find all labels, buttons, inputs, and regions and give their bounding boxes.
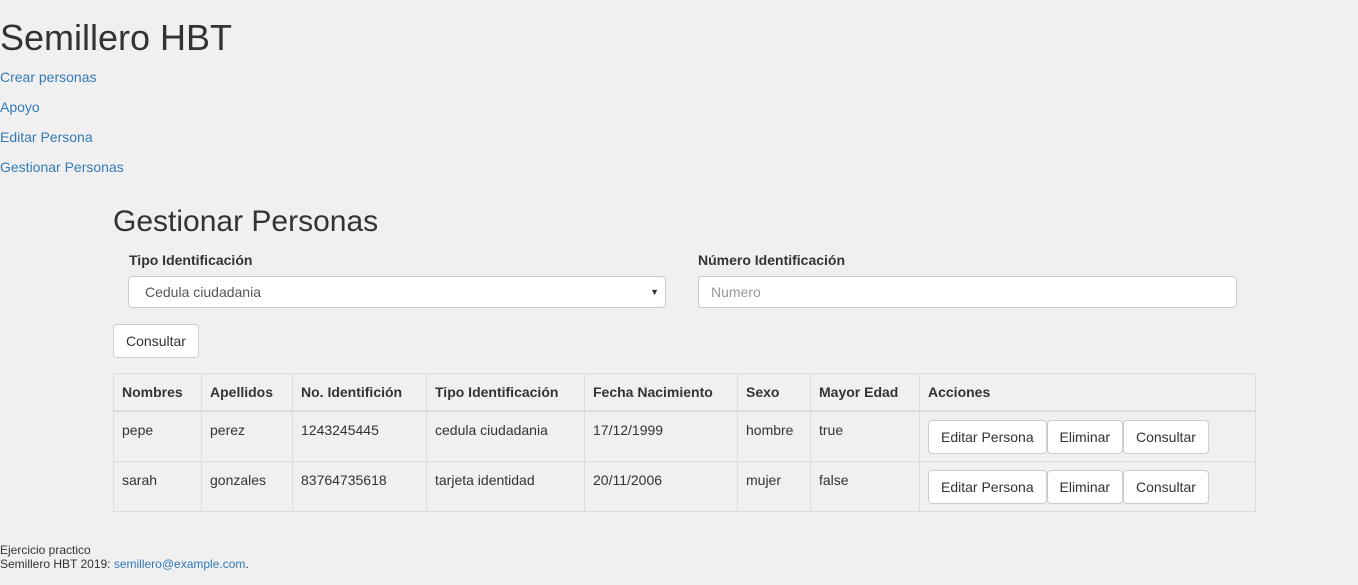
cell-nombres: pepe (113, 410, 202, 462)
personas-table: Nombres Apellidos No. Identifición Tipo … (113, 373, 1256, 512)
tipo-identificacion-value: Cedula ciudadania (145, 284, 261, 300)
cell-numero: 83764735618 (292, 460, 427, 512)
column-header-numero: No. Identifición (292, 373, 427, 412)
tipo-identificacion-label: Tipo Identificación (129, 252, 253, 268)
column-header-acciones: Acciones (919, 373, 1256, 412)
page-title: Gestionar Personas (113, 205, 379, 238)
nav-link-editar-persona[interactable]: Editar Persona (0, 127, 93, 147)
editar-persona-button[interactable]: Editar Persona (928, 469, 1047, 504)
cell-numero: 1243245445 (292, 410, 427, 462)
table-row: pepe perez 1243245445 cedula ciudadania … (113, 410, 1256, 462)
cell-fecha: 17/12/1999 (584, 410, 738, 462)
cell-apellidos: gonzales (201, 460, 293, 512)
column-header-apellidos: Apellidos (201, 373, 293, 412)
consultar-row-button[interactable]: Consultar (1122, 420, 1209, 454)
cell-acciones: Editar Persona Eliminar Consultar (919, 460, 1256, 512)
column-header-tipo: Tipo Identificación (426, 373, 585, 412)
cell-sexo: hombre (737, 410, 811, 462)
nav-link-apoyo[interactable]: Apoyo (0, 97, 40, 117)
footer-line-2: Semillero HBT 2019: semillero@example.co… (0, 557, 249, 571)
cell-acciones: Editar Persona Eliminar Consultar (919, 410, 1256, 462)
column-header-nombres: Nombres (113, 373, 202, 412)
eliminar-button[interactable]: Eliminar (1046, 420, 1124, 454)
footer: Ejercicio practico Semillero HBT 2019: s… (0, 543, 249, 571)
numero-identificacion-label: Número Identificación (698, 252, 846, 268)
eliminar-button[interactable]: Eliminar (1046, 469, 1124, 504)
editar-persona-button[interactable]: Editar Persona (928, 420, 1047, 454)
column-header-mayor-edad: Mayor Edad (810, 373, 920, 412)
cell-nombres: sarah (113, 460, 202, 512)
footer-email-link[interactable]: semillero@example.com (114, 557, 246, 571)
table-row: sarah gonzales 83764735618 tarjeta ident… (113, 460, 1256, 512)
site-title: Semillero HBT (0, 17, 233, 58)
footer-prefix: Semillero HBT 2019: (0, 557, 114, 571)
footer-suffix: . (245, 557, 249, 571)
nav-link-crear-personas[interactable]: Crear personas (0, 67, 97, 87)
cell-mayor-edad: true (810, 410, 920, 462)
cell-sexo: mujer (737, 460, 811, 512)
cell-fecha: 20/11/2006 (584, 460, 738, 512)
table-header-row: Nombres Apellidos No. Identifición Tipo … (113, 373, 1256, 412)
column-header-fecha: Fecha Nacimiento (584, 373, 738, 412)
cell-tipo: tarjeta identidad (426, 460, 585, 512)
footer-line-1: Ejercicio practico (0, 543, 91, 557)
column-header-sexo: Sexo (737, 373, 811, 412)
cell-mayor-edad: false (810, 460, 920, 512)
cell-apellidos: perez (201, 410, 293, 462)
consultar-row-button[interactable]: Consultar (1122, 469, 1209, 504)
tipo-identificacion-select[interactable]: Cedula ciudadania ▼ (128, 276, 666, 308)
nav-link-gestionar-personas[interactable]: Gestionar Personas (0, 157, 124, 177)
numero-identificacion-input[interactable] (698, 276, 1237, 308)
cell-tipo: cedula ciudadania (426, 410, 585, 462)
caret-down-icon: ▼ (650, 287, 659, 297)
consultar-button[interactable]: Consultar (113, 324, 199, 358)
